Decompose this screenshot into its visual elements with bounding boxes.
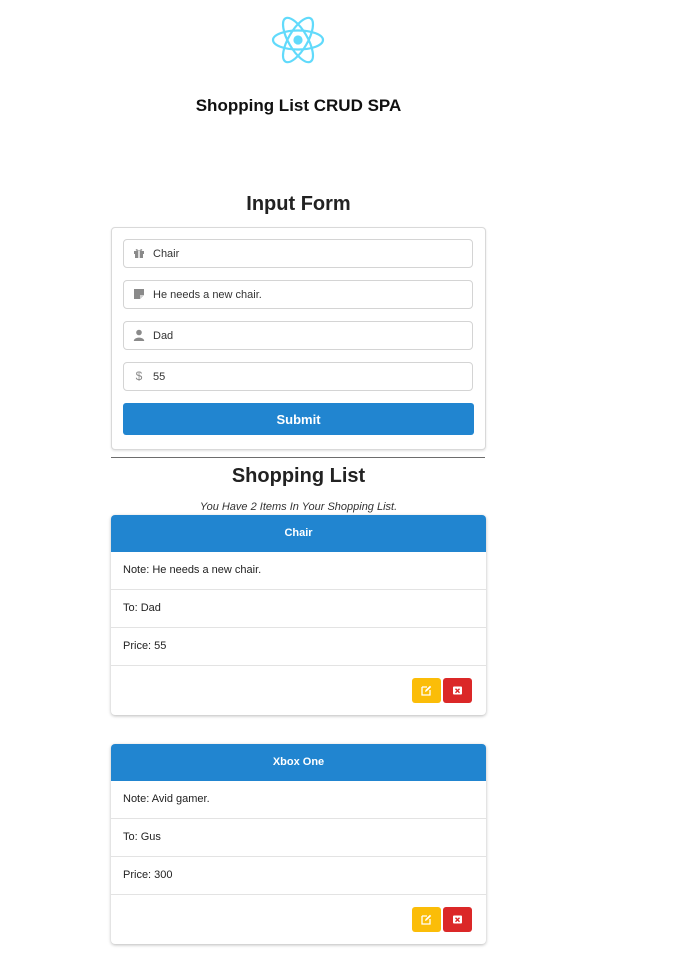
item-note: Note: Avid gamer. bbox=[111, 781, 486, 819]
item-actions bbox=[111, 666, 486, 715]
item-name: Chair bbox=[111, 515, 486, 552]
edit-button[interactable] bbox=[412, 678, 441, 703]
item-name: Xbox One bbox=[111, 744, 486, 781]
delete-icon bbox=[453, 686, 462, 695]
note-input[interactable] bbox=[153, 281, 463, 308]
price-field[interactable]: $ bbox=[123, 362, 473, 391]
list-item: Xbox One Note: Avid gamer. To: Gus Price… bbox=[111, 744, 486, 944]
submit-button[interactable]: Submit bbox=[123, 403, 474, 435]
price-input[interactable] bbox=[153, 363, 463, 390]
note-field[interactable] bbox=[123, 280, 473, 309]
item-name-input[interactable] bbox=[153, 240, 463, 267]
list-title: Shopping List bbox=[231, 465, 366, 487]
item-count-text: You Have 2 Items In Your Shopping List. bbox=[199, 501, 398, 513]
edit-button[interactable] bbox=[412, 907, 441, 932]
sticky-note-icon bbox=[133, 288, 145, 300]
section-divider bbox=[111, 457, 485, 458]
item-recipient: To: Gus bbox=[111, 819, 486, 857]
react-logo-icon bbox=[271, 16, 325, 64]
recipient-input[interactable] bbox=[153, 322, 463, 349]
app-title: Shopping List CRUD SPA bbox=[195, 96, 402, 115]
input-form: $ Submit bbox=[111, 227, 486, 450]
item-name-field[interactable] bbox=[123, 239, 473, 268]
item-recipient: To: Dad bbox=[111, 590, 486, 628]
list-item: Chair Note: He needs a new chair. To: Da… bbox=[111, 515, 486, 715]
user-icon bbox=[133, 329, 145, 341]
item-price: Price: 300 bbox=[111, 857, 486, 895]
delete-icon bbox=[453, 915, 462, 924]
item-actions bbox=[111, 895, 486, 944]
form-title: Input Form bbox=[246, 193, 351, 215]
delete-button[interactable] bbox=[443, 678, 472, 703]
dollar-icon: $ bbox=[135, 369, 143, 383]
recipient-field[interactable] bbox=[123, 321, 473, 350]
edit-icon bbox=[421, 685, 432, 696]
gift-icon bbox=[133, 247, 145, 259]
item-price: Price: 55 bbox=[111, 628, 486, 666]
edit-icon bbox=[421, 914, 432, 925]
delete-button[interactable] bbox=[443, 907, 472, 932]
item-note: Note: He needs a new chair. bbox=[111, 552, 486, 590]
